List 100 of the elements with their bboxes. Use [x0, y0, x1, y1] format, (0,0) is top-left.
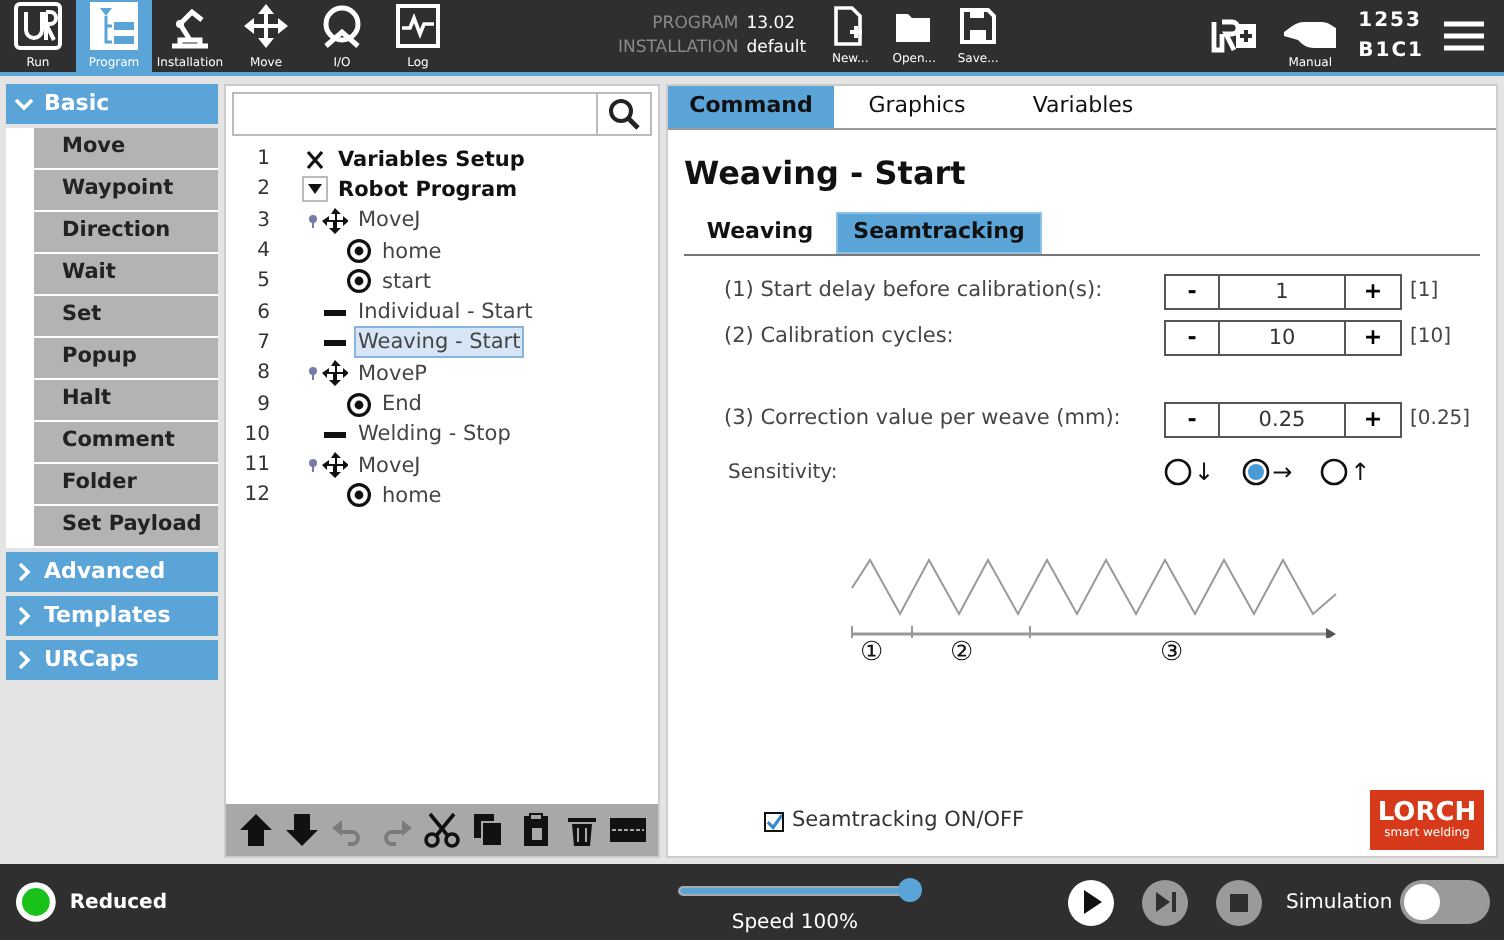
program-node[interactable]: End	[378, 388, 426, 421]
program-node[interactable]: start	[378, 265, 435, 298]
phase-marker: ③	[1160, 638, 1184, 670]
toolbar-button[interactable]	[283, 812, 320, 848]
chevron-icon	[14, 606, 34, 626]
line-number: 6	[255, 299, 272, 328]
program-node[interactable]: Weaving - Start	[354, 326, 525, 359]
program-version: 13.02	[746, 12, 798, 36]
chevron-icon	[14, 562, 34, 582]
robot-serial: B1C1	[1358, 38, 1424, 66]
ur-logo-icon	[14, 2, 62, 50]
up-arrow-icon	[237, 812, 274, 848]
program-node[interactable]: Robot Program	[334, 173, 522, 206]
play-button[interactable]	[1068, 879, 1114, 925]
program-node[interactable]: home	[378, 235, 446, 268]
node-button[interactable]: Set Payload	[34, 506, 218, 546]
ur-plus-logo-icon	[1210, 18, 1259, 54]
program-node[interactable]: home	[378, 479, 446, 512]
installation-label: INSTALLATION	[618, 36, 739, 60]
step-icon	[1155, 892, 1175, 912]
program-tree-icon	[90, 2, 138, 50]
node-button[interactable]: Popup	[34, 338, 218, 378]
plus-button[interactable]: +	[1346, 275, 1400, 307]
line-number: 9	[255, 391, 272, 420]
node-button[interactable]: Wait	[34, 254, 218, 294]
line-number: 1	[255, 146, 272, 175]
program-node[interactable]: MoveJ	[354, 449, 425, 482]
toolbar-button[interactable]	[237, 812, 274, 848]
plus-button[interactable]: +	[1346, 403, 1400, 435]
toolbar-button[interactable]	[563, 812, 600, 848]
trash-icon	[563, 812, 600, 848]
chevron-icon	[14, 94, 34, 114]
stop-button[interactable]	[1216, 879, 1262, 925]
radio-button[interactable]	[1242, 458, 1271, 486]
value-field[interactable]: 10	[1220, 321, 1346, 353]
line-number: 8	[255, 360, 272, 389]
node-button[interactable]: Waypoint	[34, 170, 218, 210]
checkbox[interactable]	[764, 812, 784, 833]
collapse-handle-icon	[308, 366, 318, 381]
collapse-handle-icon	[308, 213, 318, 228]
radio-button[interactable]	[1320, 458, 1349, 486]
default-value: [10]	[1410, 324, 1452, 352]
search-field[interactable]	[232, 92, 652, 136]
line-number: 11	[242, 452, 272, 481]
tab[interactable]: Command	[668, 86, 834, 128]
toolbar-button[interactable]	[610, 812, 647, 848]
robot-serial: 1253	[1358, 8, 1424, 36]
node-button[interactable]: Comment	[34, 422, 218, 462]
arrow-label: ↑	[1350, 456, 1371, 490]
node-button[interactable]: Move	[34, 128, 218, 168]
setting-label: (1) Start delay before calibration(s):	[724, 275, 1105, 306]
program-node[interactable]: MoveP	[354, 357, 431, 390]
phase-marker: ②	[950, 638, 974, 670]
line-number: 3	[255, 207, 272, 236]
sub-tab[interactable]: Seamtracking	[836, 212, 1042, 254]
search-icon	[608, 98, 640, 130]
speed-label: Speed 100%	[731, 910, 858, 938]
plus-button[interactable]: +	[1346, 321, 1400, 353]
four-way-arrow-icon	[242, 2, 290, 50]
four-way-arrow-icon	[322, 207, 348, 234]
status-indicator-icon	[14, 880, 58, 924]
minus-button[interactable]: -	[1166, 321, 1220, 353]
four-way-arrow-icon	[322, 452, 348, 479]
waypoint-icon	[346, 482, 372, 509]
waypoint-icon	[346, 268, 372, 295]
node-button[interactable]: Direction	[34, 212, 218, 252]
chevron-icon	[14, 650, 34, 670]
phase-marker: ①	[860, 638, 884, 670]
value-field[interactable]: 1	[1220, 275, 1346, 307]
line-number: 5	[255, 268, 272, 297]
log-chart-icon	[394, 2, 442, 50]
four-way-arrow-icon	[322, 360, 348, 387]
toolbar-button[interactable]	[470, 812, 507, 848]
waypoint-icon	[346, 238, 372, 265]
default-value: [1]	[1410, 278, 1439, 306]
sub-tab[interactable]: Weaving	[684, 212, 836, 254]
line-number: 7	[255, 329, 272, 358]
program-node[interactable]: Variables Setup	[334, 143, 529, 176]
scissors-icon	[423, 812, 460, 848]
program-node[interactable]: MoveJ	[354, 204, 425, 237]
value-field[interactable]: 0.25	[1220, 403, 1346, 435]
radio-button[interactable]	[1164, 458, 1192, 486]
brand-name: LORCH	[1377, 799, 1477, 825]
node-button[interactable]: Folder	[34, 464, 218, 504]
tab[interactable]: Graphics	[834, 86, 1000, 128]
tab[interactable]: Variables	[1000, 86, 1166, 128]
waypoint-icon	[346, 391, 372, 418]
program-node[interactable]: Welding - Stop	[354, 418, 515, 451]
menu-icon	[1444, 20, 1484, 52]
toolbar-button[interactable]	[423, 812, 460, 848]
io-gauge-icon	[318, 2, 366, 50]
step-button[interactable]	[1142, 879, 1188, 925]
setting-label: Sensitivity:	[728, 459, 840, 487]
minus-button[interactable]: -	[1166, 403, 1220, 435]
node-button[interactable]: Halt	[34, 380, 218, 420]
simulation-toggle[interactable]	[1400, 880, 1491, 924]
default-value: [0.25]	[1410, 406, 1471, 434]
node-button[interactable]: Set	[34, 296, 218, 336]
minus-button[interactable]: -	[1166, 275, 1220, 307]
program-node[interactable]: Individual - Start	[354, 296, 537, 329]
